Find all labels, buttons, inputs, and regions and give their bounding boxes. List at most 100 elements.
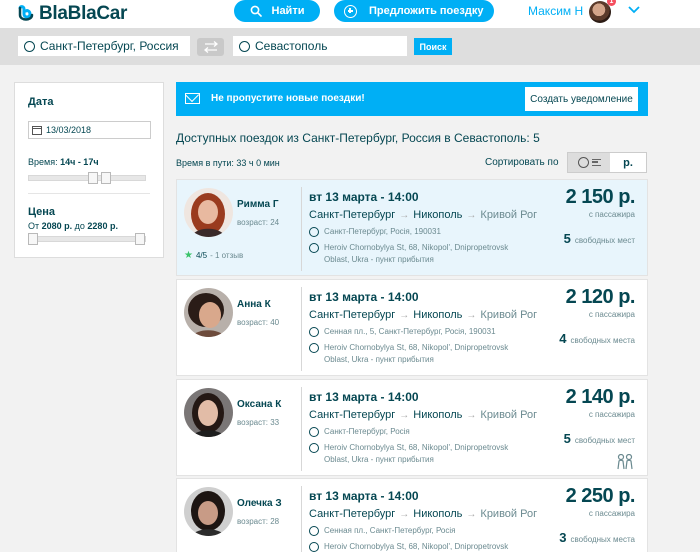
route-to: Кривой Рог (480, 209, 538, 221)
dropoff-address: Heroiv Chornobylya St, 68, Nikopol', Dni… (324, 343, 509, 364)
mail-icon (185, 93, 200, 104)
departure-time: вт 13 марта - 14:00 (309, 390, 419, 404)
arrow-right-icon: → (466, 409, 477, 421)
price-per-passenger: с пассажира (588, 210, 635, 219)
driver-rating: ★ 4/5 - 1 отзыв (184, 250, 243, 261)
driver-name[interactable]: Анна К (237, 299, 271, 310)
alert-banner: Не пропустите новые поездки! Создать уве… (176, 82, 648, 116)
notification-badge[interactable]: 1 (607, 0, 616, 6)
trip-card[interactable]: Олечка З возраст: 28 вт 13 марта - 14:00… (176, 478, 648, 552)
trip-price: 2 140 р. (565, 386, 636, 408)
sort-by-time-button[interactable] (568, 153, 610, 172)
driver-avatar (184, 288, 233, 337)
card-divider (301, 486, 302, 552)
find-button[interactable]: Найти (234, 0, 320, 22)
search-button[interactable]: Поиск (414, 38, 452, 55)
create-alert-button[interactable]: Создать уведомление (525, 87, 638, 111)
offer-ride-button[interactable]: Предложить поездку (334, 0, 494, 22)
driver-age: возраст: 40 (237, 318, 280, 327)
swap-icon (203, 41, 218, 53)
seats-count: 5 (563, 431, 571, 446)
trip-card[interactable]: Оксана К возраст: 33 вт 13 марта - 14:00… (176, 379, 648, 476)
pickup-point: Сенная пл., Санкт-Петербург, Росія (309, 525, 456, 537)
find-button-label: Найти (271, 5, 305, 17)
route-via: Никополь (413, 209, 463, 221)
seats-label: свободных мест (574, 236, 635, 245)
date-title: Дата (28, 96, 54, 108)
dropoff-circle-icon (309, 243, 319, 253)
from-value: Санкт-Петербург, Россия (40, 39, 179, 53)
time-slider[interactable] (28, 172, 146, 184)
pickup-circle-icon (309, 227, 319, 237)
pickup-address: Сенная пл., Санкт-Петербург, Росія (324, 526, 456, 535)
time-slider-min-thumb[interactable] (88, 172, 98, 184)
price-slider-min-thumb[interactable] (28, 233, 38, 245)
chevron-down-icon[interactable] (628, 6, 640, 14)
dropoff-circle-icon (309, 542, 319, 552)
sort-by-price-button[interactable]: р. (610, 153, 646, 172)
time-slider-max-thumb[interactable] (101, 172, 111, 184)
trip-card[interactable]: Римма Г возраст: 24 ★ 4/5 - 1 отзыв вт 1… (176, 179, 648, 276)
route-via: Никополь (413, 508, 463, 520)
dropoff-circle-icon (309, 343, 319, 353)
driver-avatar (184, 188, 233, 237)
seats-count: 5 (563, 231, 571, 246)
driver-age: возраст: 24 (237, 218, 280, 227)
route-to: Кривой Рог (480, 508, 538, 520)
card-divider (301, 387, 302, 471)
trip-price: 2 150 р. (565, 186, 636, 208)
origin-circle-icon (24, 40, 35, 52)
arrow-right-icon: → (466, 309, 477, 321)
destination-circle-icon (239, 40, 250, 52)
dropoff-address: Heroiv Chornobylya St, 68, Nikopol', Dni… (324, 443, 509, 464)
route: Санкт-Петербург → Никополь → Кривой Рог (309, 209, 537, 221)
pickup-point: Сенная пл., 5, Санкт-Петербург, Росія, 1… (309, 326, 496, 338)
search-icon (250, 5, 262, 17)
date-input[interactable]: 13/03/2018 (28, 121, 151, 139)
filters-divider (28, 193, 150, 194)
arrow-right-icon: → (399, 409, 410, 421)
pickup-point: Санкт-Петербург, Росія, 190031 (309, 226, 441, 238)
to-value: Севастополь (255, 39, 328, 53)
driver-avatar (184, 487, 233, 536)
reviews-count: - 1 отзыв (210, 251, 244, 260)
swap-button[interactable] (197, 38, 224, 56)
pickup-circle-icon (309, 327, 319, 337)
logo-text: BlaBlaCar (39, 3, 128, 24)
route-from: Санкт-Петербург (309, 309, 396, 321)
from-field[interactable]: Санкт-Петербург, Россия (18, 36, 190, 56)
departure-time: вт 13 марта - 14:00 (309, 489, 419, 503)
search-bar: Санкт-Петербург, Россия Севастополь Поис… (0, 28, 700, 65)
sort-label: Сортировать по (485, 157, 559, 168)
pickup-address: Санкт-Петербург, Росія (324, 427, 410, 436)
dropoff-point: Heroiv Chornobylya St, 68, Nikopol', Dni… (309, 342, 529, 366)
dropoff-point: Heroiv Chornobylya St, 68, Nikopol', Dni… (309, 541, 529, 552)
filters-panel: Дата 13/03/2018 Время: 14ч - 17ч Цена От… (14, 82, 164, 258)
calendar-icon (32, 125, 42, 135)
user-name[interactable]: Максим Н (528, 4, 583, 18)
time-value: 14ч - 17ч (60, 157, 99, 167)
pickup-circle-icon (309, 526, 319, 536)
trip-price: 2 250 р. (565, 485, 636, 507)
dropoff-circle-icon (309, 443, 319, 453)
driver-name[interactable]: Римма Г (237, 199, 279, 210)
pickup-circle-icon (309, 427, 319, 437)
driver-name[interactable]: Оксана К (237, 399, 281, 410)
price-slider[interactable] (28, 233, 146, 245)
price-per-passenger: с пассажира (588, 310, 635, 319)
driver-name[interactable]: Олечка З (237, 498, 282, 509)
women-only-icon (617, 454, 633, 470)
brand-logo[interactable]: BlaBlaCar (17, 3, 127, 25)
to-field[interactable]: Севастополь (233, 36, 407, 56)
route: Санкт-Петербург → Никополь → Кривой Рог (309, 309, 537, 321)
price-mid: до (72, 221, 88, 231)
top-header: BlaBlaCar Найти Предложить поездку Макси… (0, 0, 700, 28)
arrow-right-icon: → (399, 508, 410, 520)
route-via: Никополь (413, 409, 463, 421)
plus-circle-icon (344, 4, 357, 18)
offer-ride-label: Предложить поездку (369, 5, 484, 17)
route-from: Санкт-Петербург (309, 409, 396, 421)
route-from: Санкт-Петербург (309, 508, 396, 520)
price-slider-max-thumb[interactable] (135, 233, 145, 245)
trip-card[interactable]: Анна К возраст: 40 вт 13 марта - 14:00 С… (176, 279, 648, 376)
